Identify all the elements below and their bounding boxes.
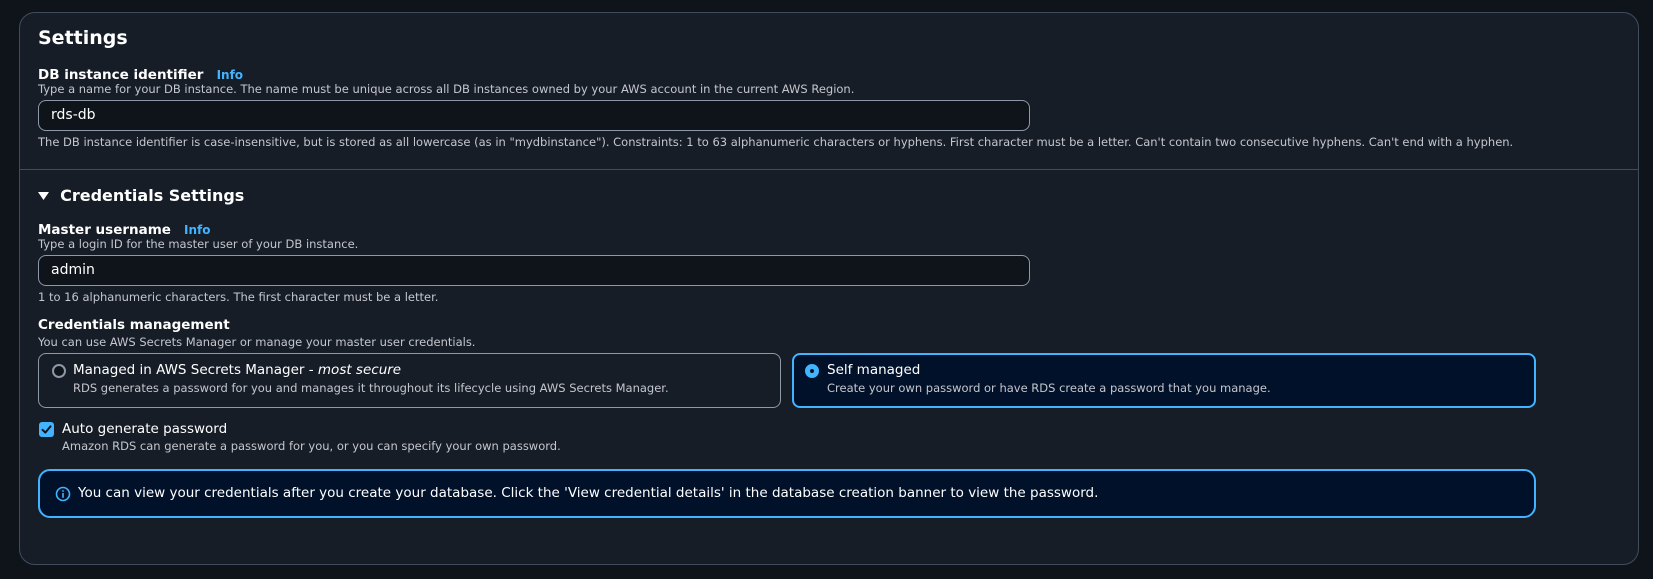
db-identifier-description: Type a name for your DB instance. The na… [38,82,855,96]
checkmark-icon [41,425,52,434]
master-username-info-link[interactable]: Info [184,223,210,237]
db-identifier-label: DB instance identifier [38,67,204,83]
self-managed-radio[interactable] [805,364,819,378]
credentials-settings-toggle[interactable]: Credentials Settings [38,186,244,205]
secrets-manager-description: RDS generates a password for you and man… [73,381,669,395]
credentials-management-description: You can use AWS Secrets Manager or manag… [38,335,476,349]
section-title: Settings [38,27,128,49]
self-managed-option[interactable]: Self managed Create your own password or… [792,353,1536,408]
db-identifier-constraint: The DB instance identifier is case-insen… [38,135,1514,149]
master-username-label: Master username [38,222,171,238]
auto-generate-label[interactable]: Auto generate password [62,421,227,437]
secrets-manager-radio[interactable] [52,364,66,378]
caret-down-icon [38,192,49,200]
db-identifier-label-row: DB instance identifier Info [38,64,243,83]
master-username-constraint: 1 to 16 alphanumeric characters. The fir… [38,290,439,304]
auto-generate-description: Amazon RDS can generate a password for y… [62,439,561,453]
master-username-input[interactable]: admin [38,255,1030,286]
credentials-info-alert: You can view your credentials after you … [38,469,1536,518]
auto-generate-checkbox[interactable] [39,422,54,437]
credentials-settings-title: Credentials Settings [60,186,245,205]
credentials-alert-text: You can view your credentials after you … [78,485,1099,501]
db-identifier-input[interactable]: rds-db [38,100,1030,131]
settings-panel: Settings DB instance identifier Info Typ… [19,12,1639,565]
section-divider [20,169,1638,170]
secrets-manager-title-emphasis: most secure [317,362,402,378]
credentials-management-label: Credentials management [38,317,230,333]
self-managed-title: Self managed [827,362,921,378]
secrets-manager-option[interactable]: Managed in AWS Secrets Manager - most se… [38,353,781,408]
self-managed-description: Create your own password or have RDS cre… [827,381,1271,395]
master-username-description: Type a login ID for the master user of y… [38,237,359,251]
info-circle-icon [55,486,71,502]
secrets-manager-title-text: Managed in AWS Secrets Manager - [73,362,318,378]
db-identifier-info-link[interactable]: Info [217,68,243,82]
master-username-label-row: Master username Info [38,219,211,238]
secrets-manager-title: Managed in AWS Secrets Manager - most se… [73,362,401,378]
